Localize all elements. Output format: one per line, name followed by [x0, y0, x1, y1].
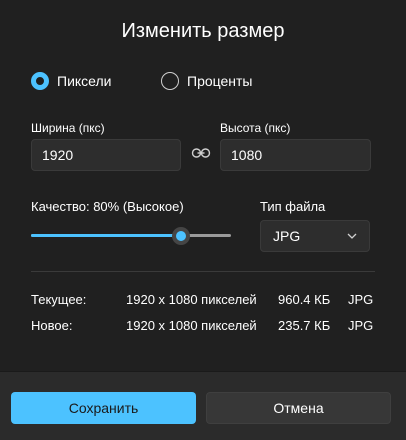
width-value: 1920	[42, 147, 74, 163]
divider	[31, 271, 375, 272]
quality-slider[interactable]	[31, 227, 231, 245]
new-label: Новое:	[31, 318, 73, 333]
chevron-down-icon	[347, 233, 357, 239]
file-type-label: Тип файла	[260, 199, 326, 214]
height-label: Высота (пкс)	[220, 121, 291, 135]
dialog-footer: Сохранить Отмена	[0, 371, 406, 440]
radio-percent-label: Проценты	[187, 73, 253, 89]
new-format: JPG	[348, 318, 374, 333]
current-dimensions: 1920 x 1080 пикселей	[126, 292, 257, 307]
quality-slider-thumb[interactable]	[172, 227, 191, 245]
quality-slider-fill	[31, 234, 182, 237]
radio-pixels[interactable]: Пиксели	[31, 70, 111, 92]
radio-unselected-icon	[161, 72, 179, 90]
radio-pixels-label: Пиксели	[57, 73, 112, 89]
resize-dialog: Изменить размер Пиксели Проценты Ширина …	[0, 0, 406, 440]
radio-percent[interactable]: Проценты	[161, 70, 253, 92]
quality-label: Качество: 80% (Высокое)	[31, 199, 184, 214]
cancel-button[interactable]: Отмена	[206, 392, 391, 424]
radio-selected-icon	[31, 72, 49, 90]
current-size: 960.4 КБ	[278, 292, 331, 307]
current-format: JPG	[348, 292, 374, 307]
save-button[interactable]: Сохранить	[11, 392, 196, 424]
new-dimensions: 1920 x 1080 пикселей	[126, 318, 257, 333]
file-type-value: JPG	[273, 228, 301, 244]
link-icon[interactable]	[191, 146, 211, 160]
width-input[interactable]: 1920	[31, 139, 181, 171]
height-value: 1080	[231, 147, 263, 163]
height-input[interactable]: 1080	[220, 139, 371, 171]
current-label: Текущее:	[31, 292, 87, 307]
width-label: Ширина (пкс)	[31, 121, 105, 135]
new-size: 235.7 КБ	[278, 318, 331, 333]
dialog-title: Изменить размер	[121, 20, 285, 42]
file-type-select[interactable]: JPG	[260, 220, 370, 252]
slider-thumb-dot	[176, 231, 187, 241]
